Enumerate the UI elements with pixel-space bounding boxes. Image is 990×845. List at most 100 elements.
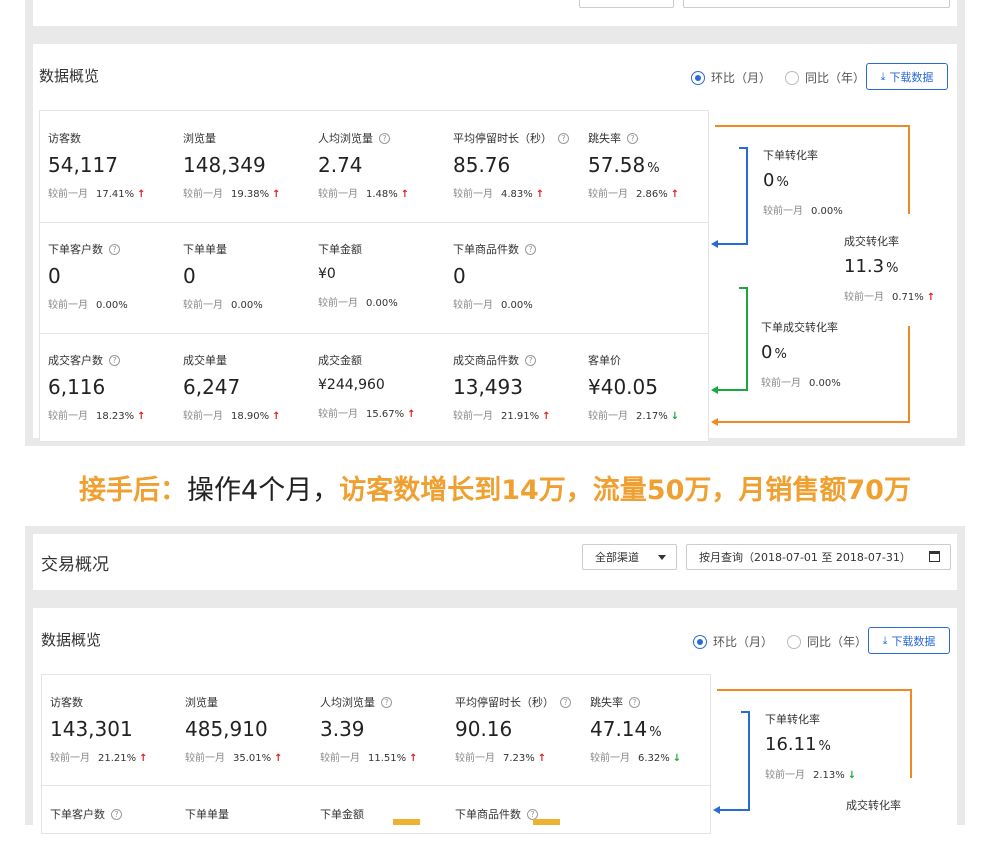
- download-icon: ⤓: [882, 633, 888, 647]
- metric-label-text: 跳失率: [588, 132, 621, 145]
- metric-value: 0%: [763, 170, 883, 194]
- help-icon[interactable]: ?: [560, 696, 571, 708]
- compare-percent: 0.00%: [366, 298, 398, 309]
- trend-up-icon: ↑: [137, 189, 146, 200]
- metric-value-text: 2.74: [318, 153, 363, 177]
- metric-value: 0: [48, 264, 183, 288]
- metric-compare: 较前一月 0.00%: [183, 296, 318, 311]
- compare-percent: 0.71%: [892, 292, 924, 303]
- metric-cell: 访客数 54,117 较前一月 17.41% ↑: [48, 131, 183, 200]
- help-icon[interactable]: ?: [381, 696, 392, 708]
- slogan: 接手后：操作4个月，访客数增长到14万，流量50万，月销售额70万: [0, 468, 990, 507]
- top-channel-select[interactable]: [579, 0, 674, 8]
- compare-percent: 11.51%: [368, 753, 407, 764]
- top-radio-mom[interactable]: [691, 70, 705, 85]
- metric-compare: 较前一月 2.17% ↓: [588, 407, 723, 422]
- metric-value: 143,301: [50, 717, 185, 741]
- metric-label: 下单单量: [183, 242, 318, 256]
- compare-prefix: 较前一月: [588, 411, 628, 422]
- metric-cell: 下单单量: [185, 807, 320, 821]
- help-icon[interactable]: ?: [109, 243, 120, 255]
- metric-value: ¥244,960: [318, 377, 453, 397]
- metric-value-text: ¥244,960: [318, 377, 385, 393]
- bottom-download-button[interactable]: ⤓ 下载数据: [868, 627, 950, 654]
- metric-compare: 较前一月 17.41% ↑: [48, 185, 183, 200]
- flow-line-green: [715, 287, 748, 391]
- metric-label: 下单成交转化率: [761, 320, 881, 334]
- top-data-title: 数据概览: [39, 67, 100, 85]
- help-icon[interactable]: ?: [525, 354, 536, 366]
- metric-value-text: 0: [183, 264, 196, 288]
- top-download-button[interactable]: ⤓ 下载数据: [866, 63, 948, 90]
- compare-prefix: 较前一月: [761, 378, 801, 389]
- metric-cell: 成交商品件数? 13,493 较前一月 21.91% ↑: [453, 353, 588, 422]
- compare-prefix: 较前一月: [453, 300, 493, 311]
- help-icon[interactable]: ?: [527, 808, 538, 820]
- conversion-rate: 下单成交转化率 0% 较前一月 0.00%: [761, 320, 881, 389]
- compare-prefix: 较前一月: [765, 770, 805, 781]
- compare-percent: 1.48%: [366, 189, 398, 200]
- metric-label: 访客数: [50, 695, 185, 709]
- metric-label-text: 下单转化率: [765, 713, 820, 726]
- bottom-date-select[interactable]: 按月查询（2018-07-01 至 2018-07-31）: [686, 544, 951, 570]
- compare-percent: 19.38%: [231, 189, 270, 200]
- help-icon[interactable]: ?: [109, 354, 120, 366]
- bottom-radio-yoy[interactable]: [787, 634, 802, 649]
- slogan-part3: 访客数增长到14万，流量50万，月销售额70万: [339, 475, 911, 506]
- top-panel: 数据概览 环比（月） 同比（年） ⤓ 下载数据 访客数 54,117 较前一月 17.…: [25, 0, 965, 446]
- help-icon[interactable]: ?: [627, 132, 638, 144]
- bottom-radio-mom[interactable]: [693, 634, 707, 649]
- help-icon[interactable]: ?: [629, 696, 640, 708]
- compare-prefix: 较前一月: [50, 753, 90, 764]
- metric-label-text: 人均浏览量: [318, 132, 373, 145]
- metric-cell: 浏览量 485,910 较前一月 35.01% ↑: [185, 695, 320, 764]
- metric-label: 成交商品件数?: [453, 353, 588, 367]
- metric-value: 485,910: [185, 717, 320, 741]
- compare-percent: 2.13%: [813, 770, 845, 781]
- help-icon[interactable]: ?: [111, 808, 122, 820]
- metric-label: 成交单量: [183, 353, 318, 367]
- metric-label: 访客数: [48, 131, 183, 145]
- metric-value: 0: [453, 264, 588, 288]
- compare-prefix: 较前一月: [320, 753, 360, 764]
- metric-value-text: 6,116: [48, 375, 106, 399]
- bottom-channel-select[interactable]: 全部渠道: [582, 544, 677, 570]
- help-icon[interactable]: ?: [525, 243, 536, 255]
- trend-down-icon: ↓: [670, 411, 680, 422]
- metric-compare: 较前一月 7.23% ↑: [455, 749, 590, 764]
- metric-label-text: 浏览量: [185, 696, 218, 709]
- metric-value-text: 6,247: [183, 375, 241, 399]
- compare-percent: 17.41%: [96, 189, 135, 200]
- metric-compare: 较前一月 0.00%: [453, 296, 588, 311]
- top-date-select[interactable]: [683, 0, 950, 8]
- metric-label: 浏览量: [183, 131, 318, 145]
- metric-label-text: 下单转化率: [763, 149, 818, 162]
- top-radio-yoy[interactable]: [785, 70, 800, 85]
- help-icon[interactable]: ?: [558, 132, 569, 144]
- compare-percent: 35.01%: [233, 753, 272, 764]
- metric-label: 跳失率?: [590, 695, 725, 709]
- metric-label: 下单单量: [185, 807, 320, 821]
- metric-unit: %: [776, 175, 789, 190]
- metric-cell: 成交客户数? 6,116 较前一月 18.23% ↑: [48, 353, 183, 422]
- metric-label-text: 浏览量: [183, 132, 216, 145]
- compare-prefix: 较前一月: [455, 753, 495, 764]
- top-data-card: 数据概览 环比（月） 同比（年） ⤓ 下载数据 访客数 54,117 较前一月 17.…: [33, 44, 957, 442]
- conversion-rate: 下单转化率 0% 较前一月 0.00%: [763, 148, 883, 217]
- metric-label: 平均停留时长（秒）?: [455, 695, 590, 709]
- compare-prefix: 较前一月: [318, 409, 358, 420]
- metric-label: 下单金额: [318, 242, 453, 256]
- metric-value: 54,117: [48, 153, 183, 177]
- metric-label-text: 成交客户数: [48, 354, 103, 367]
- help-icon[interactable]: ?: [379, 132, 390, 144]
- metric-value-text: 13,493: [453, 375, 523, 399]
- compare-prefix: 较前一月: [453, 411, 493, 422]
- slogan-part1: 接手后：: [79, 475, 188, 506]
- metric-cell: 成交金额 ¥244,960 较前一月 15.67% ↑: [318, 353, 453, 420]
- metric-value-text: ¥40.05: [588, 375, 658, 399]
- metric-cell: 人均浏览量? 3.39 较前一月 11.51% ↑: [320, 695, 455, 764]
- bottom-radio-mom-label: 环比（月）: [713, 635, 774, 649]
- top-radio-yoy-label: 同比（年）: [805, 71, 866, 85]
- metric-compare: 较前一月 0.00%: [763, 202, 883, 217]
- metric-label: 跳失率?: [588, 131, 723, 145]
